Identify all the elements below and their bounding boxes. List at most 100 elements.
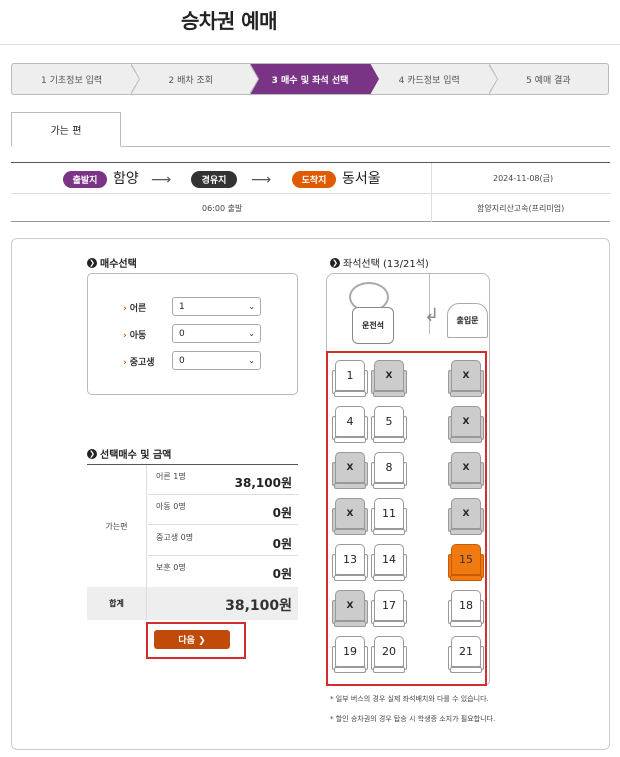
seat-label: 13 xyxy=(335,544,365,575)
driver-seat: 운전석 xyxy=(352,307,394,344)
seat-label: X xyxy=(335,498,365,529)
step-label: 5 예매 결과 xyxy=(526,75,571,86)
chevron-down-icon: ⌄ xyxy=(248,302,255,311)
chevron-right-icon: ❯ xyxy=(87,257,97,268)
seat-16: X xyxy=(332,590,368,628)
chevron-right-icon: ❯ xyxy=(330,257,340,268)
step-5: 5 예매 결과 xyxy=(489,64,608,94)
route-arrow-icon: ⟶ xyxy=(151,172,172,188)
seat-7: X xyxy=(332,452,368,490)
fare-total-row: 합계 38,100원 xyxy=(87,587,298,620)
step-1: 1 기초정보 입력 xyxy=(12,64,141,94)
chevron-right-icon: › xyxy=(123,331,127,341)
arrival-badge: 도착지 xyxy=(292,171,336,188)
seat-label: 21 xyxy=(451,636,481,667)
seat-3: X xyxy=(448,360,484,398)
seat-label: 18 xyxy=(451,590,481,621)
page-title: 승차권 예매 xyxy=(181,9,277,33)
seat-17[interactable]: 17 xyxy=(371,590,407,628)
tab-outbound[interactable]: 가는 편 xyxy=(11,112,121,147)
seat-label: 17 xyxy=(374,590,404,621)
departure-date: 2024-11-08(금) xyxy=(493,174,554,183)
seat-label: X xyxy=(335,452,365,483)
step-label: 1 기초정보 입력 xyxy=(41,75,103,86)
seat-21[interactable]: 21 xyxy=(448,636,484,674)
seat-label: X xyxy=(451,452,481,483)
chevron-down-icon: ⌄ xyxy=(248,329,255,338)
fare-row: 어른 1명 38,100원 xyxy=(148,465,298,495)
bus-company: 함양지리산고속(프리미엄) xyxy=(477,204,565,213)
seat-label: 15 xyxy=(451,544,481,575)
seat-15[interactable]: 15 xyxy=(448,544,484,582)
next-button[interactable]: 다음 ❯ xyxy=(154,630,230,649)
seat-2: X xyxy=(371,360,407,398)
fare-section-title: ❯ 선택매수 및 금액 xyxy=(87,446,171,461)
step-2: 2 배차 조회 xyxy=(131,64,260,94)
seat-section-title: ❯ 좌석선택 (13/21석) xyxy=(330,255,429,270)
child-count-select[interactable]: 0 ⌄ xyxy=(172,324,261,343)
fare-direction: 가는편 xyxy=(87,465,147,587)
step-label: 4 카드정보 입력 xyxy=(398,75,460,86)
seat-13[interactable]: 13 xyxy=(332,544,368,582)
seat-label: 20 xyxy=(374,636,404,667)
seat-label: 11 xyxy=(374,498,404,529)
seat-note: * 할인 승차권의 경우 탑승 시 학생증 소지가 필요합니다. xyxy=(330,715,496,723)
seat-20[interactable]: 20 xyxy=(371,636,407,674)
entrance-door: 출입문 xyxy=(447,303,488,338)
step-3-current: 3 매수 및 좌석 선택 xyxy=(250,64,379,94)
count-row-student: › 중고생 0 ⌄ xyxy=(88,351,297,371)
step-4: 4 카드정보 입력 xyxy=(370,64,498,94)
fare-row: 중고생 0명 0원 xyxy=(148,526,298,556)
seat-10: X xyxy=(332,498,368,536)
seat-14[interactable]: 14 xyxy=(371,544,407,582)
seat-label: X xyxy=(451,406,481,437)
fare-row: 아동 0명 0원 xyxy=(148,495,298,525)
departure-time: 06:00 출발 xyxy=(202,204,243,213)
seat-11[interactable]: 11 xyxy=(371,498,407,536)
fare-summary-table: 가는편 어른 1명 38,100원 아동 0명 0원 중고생 0명 0원 보훈 0명 0… xyxy=(87,464,298,620)
total-value: 38,100원 xyxy=(225,598,292,614)
seat-18[interactable]: 18 xyxy=(448,590,484,628)
seat-label: X xyxy=(451,360,481,391)
count-row-child: › 아동 0 ⌄ xyxy=(88,324,297,344)
seat-label: X xyxy=(451,498,481,529)
seat-note: * 일부 버스의 경우 실제 좌석배치와 다를 수 있습니다. xyxy=(330,695,489,703)
total-label: 합계 xyxy=(87,587,147,620)
seat-8[interactable]: 8 xyxy=(371,452,407,490)
route-arrow-icon: ⟶ xyxy=(251,172,272,188)
chevron-right-icon: › xyxy=(123,358,127,368)
departure-place: 함양 xyxy=(113,171,139,187)
seat-label: X xyxy=(335,590,365,621)
title-divider xyxy=(0,44,620,45)
seat-6: X xyxy=(448,406,484,444)
fare-row: 보훈 0명 0원 xyxy=(156,563,292,581)
arrival-place: 동서울 xyxy=(342,171,381,187)
via-badge: 경유지 xyxy=(191,171,237,188)
seat-label: 1 xyxy=(335,360,365,391)
seat-5[interactable]: 5 xyxy=(371,406,407,444)
seat-4[interactable]: 4 xyxy=(332,406,368,444)
seat-label: 8 xyxy=(374,452,404,483)
seat-label: X xyxy=(374,360,404,391)
seat-label: 4 xyxy=(335,406,365,437)
adult-count-select[interactable]: 1 ⌄ xyxy=(172,297,261,316)
seat-9: X xyxy=(448,452,484,490)
seat-12: X xyxy=(448,498,484,536)
count-section-title: ❯ 매수선택 xyxy=(87,255,137,270)
departure-badge: 출발지 xyxy=(63,171,107,188)
chevron-down-icon: ⌄ xyxy=(248,356,255,365)
chevron-right-icon: ❯ xyxy=(87,448,97,459)
student-count-select[interactable]: 0 ⌄ xyxy=(172,351,261,370)
count-row-adult: › 어른 1 ⌄ xyxy=(88,297,297,317)
seat-19[interactable]: 19 xyxy=(332,636,368,674)
step-label: 3 매수 및 좌석 선택 xyxy=(271,75,349,86)
seat-1[interactable]: 1 xyxy=(332,360,368,398)
chevron-right-icon: › xyxy=(123,304,127,314)
seat-label: 14 xyxy=(374,544,404,575)
seat-label: 19 xyxy=(335,636,365,667)
step-label: 2 배차 조회 xyxy=(168,75,214,86)
seat-label: 5 xyxy=(374,406,404,437)
entrance-arrow-icon: ↲ xyxy=(424,305,440,326)
count-select-box: › 어른 1 ⌄ › 아동 0 ⌄ › 중고생 0 ⌄ xyxy=(87,273,298,395)
step-progress-bar: 1 기초정보 입력 2 배차 조회 3 매수 및 좌석 선택 4 카드정보 입력… xyxy=(11,63,609,95)
